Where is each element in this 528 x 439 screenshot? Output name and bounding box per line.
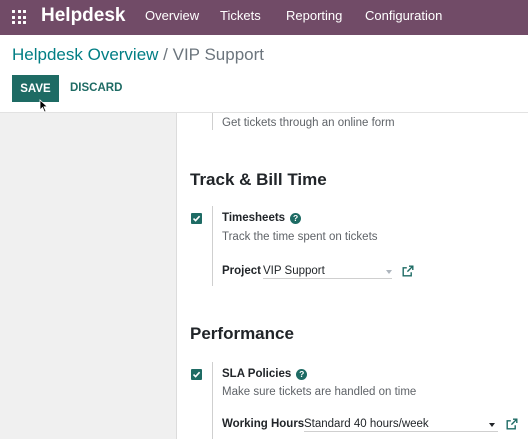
checkmark-icon <box>192 215 201 222</box>
menu-overview[interactable]: Overview <box>145 8 199 23</box>
help-icon[interactable]: ? <box>296 368 308 380</box>
project-select[interactable]: VIP Support <box>263 265 392 279</box>
app-name[interactable]: Helpdesk <box>41 5 125 27</box>
settings-sheet: Get tickets through an online form Track… <box>176 113 528 439</box>
breadcrumb-current: VIP Support <box>172 45 264 64</box>
timesheets-description: Track the time spent on tickets <box>222 231 378 243</box>
apps-menu-icon[interactable] <box>12 10 27 25</box>
setting-divider <box>212 113 213 130</box>
breadcrumb: Helpdesk Overview / VIP Support <box>12 45 264 65</box>
section-title-track-bill-time: Track & Bill Time <box>190 170 327 189</box>
timesheets-checkbox[interactable] <box>191 213 202 224</box>
control-panel: Helpdesk Overview / VIP Support SAVE DIS… <box>0 35 528 113</box>
breadcrumb-separator: / <box>158 45 173 64</box>
sla-policies-label: SLA Policies <box>222 368 292 380</box>
mouse-pointer-icon <box>39 99 49 113</box>
discard-button[interactable]: DISCARD <box>70 82 122 94</box>
timesheets-setting-title: Timesheets ? <box>222 212 302 224</box>
checkmark-icon <box>192 371 201 378</box>
website-form-description: Get tickets through an online form <box>222 117 395 129</box>
setting-divider <box>212 362 213 439</box>
external-link-icon[interactable] <box>506 418 518 430</box>
help-icon[interactable]: ? <box>290 212 302 224</box>
external-link-icon[interactable] <box>402 265 414 277</box>
sla-policies-setting-title: SLA Policies ? <box>222 368 308 380</box>
project-label: Project <box>222 265 261 277</box>
timesheets-label: Timesheets <box>222 212 286 224</box>
section-title-performance: Performance <box>190 324 294 343</box>
save-button[interactable]: SAVE <box>12 75 59 102</box>
sla-policies-checkbox[interactable] <box>191 369 202 380</box>
top-navbar: Helpdesk Overview Tickets Reporting Conf… <box>0 0 528 35</box>
menu-tickets[interactable]: Tickets <box>220 8 261 23</box>
chevron-down-icon[interactable] <box>386 270 392 274</box>
working-hours-select[interactable]: Standard 40 hours/week <box>304 418 498 432</box>
form-content: Get tickets through an online form Track… <box>0 113 528 439</box>
working-hours-label: Working Hours <box>222 418 305 430</box>
menu-configuration[interactable]: Configuration <box>365 8 442 23</box>
setting-divider <box>212 206 213 286</box>
chevron-down-icon[interactable] <box>489 423 495 427</box>
sla-policies-description: Make sure tickets are handled on time <box>222 386 417 398</box>
menu-reporting[interactable]: Reporting <box>286 8 342 23</box>
breadcrumb-parent[interactable]: Helpdesk Overview <box>12 45 158 64</box>
